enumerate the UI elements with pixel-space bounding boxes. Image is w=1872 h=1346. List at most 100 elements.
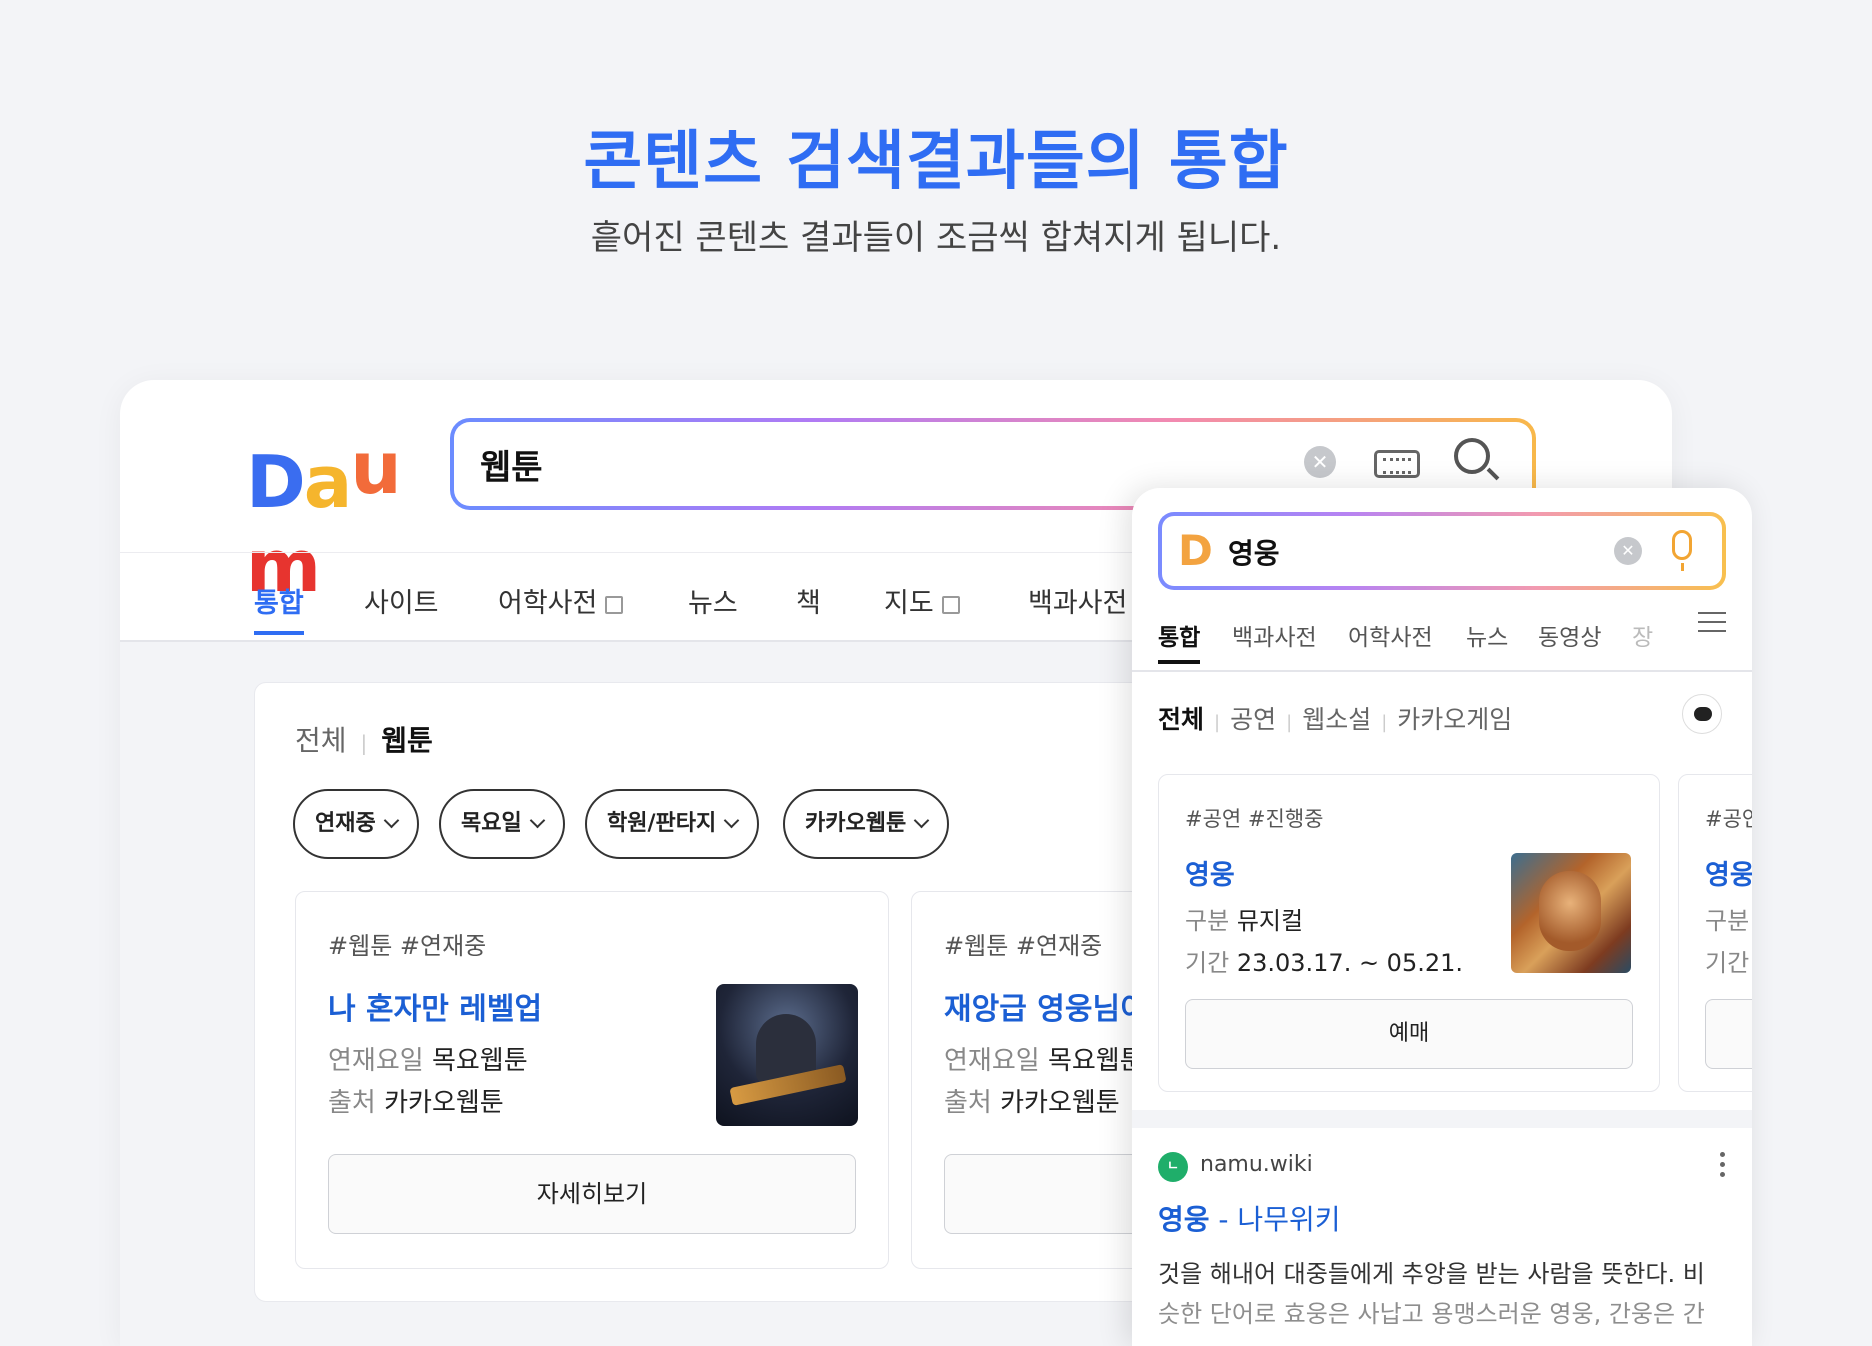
subtab-webtoon[interactable]: 웹툰 [381,724,433,757]
logo-letter-a: a [303,440,353,524]
mobile-search-page: D 영웅 ✕ 통합 백과사전 어학사전 뉴스 동영상 장 전체 | 공연 | 웹소설 | 카… [1132,488,1752,1346]
result-title-em: 영웅 [1158,1203,1210,1236]
row-value: 목요웹툰 [431,1046,528,1076]
card-tags: #공연 #진행중 [1185,807,1324,831]
tab-label: 지도 [884,588,934,619]
card-title[interactable]: 재앙급 영웅님이 [944,984,1148,1028]
tab-label: 어학사전 [498,588,598,619]
daum-logo[interactable]: Daum [246,426,426,608]
tab-integrated[interactable]: 통합 [1158,618,1201,664]
performance-card[interactable]: #공연 #진행중 영웅 구분 뮤지컬 기간 23.03.17. ~ 05.21.… [1158,774,1660,1092]
tab-news[interactable]: 뉴스 [1466,618,1508,652]
divider: | [1286,712,1293,733]
tab-label: 통합 [254,588,304,619]
chip-serializing[interactable]: 연재중 [293,789,419,859]
card-tags: #웹툰 #연재중 [328,932,487,960]
webtoon-card[interactable]: #웹툰 #연재중 나 혼자만 레벨업 연재요일 목요웹툰 출처 카카오웹툰 자세… [295,891,889,1269]
new-window-icon [605,596,624,614]
namuwiki-icon: ㄴ [1158,1152,1188,1182]
reserve-button[interactable]: 예매 [1185,999,1633,1069]
result-snippet: 슷한 단어로 효웅은 사납고 용맹스러운 영웅, 간웅은 간 [1158,1300,1705,1328]
content-subtabs: 전체 | 웹툰 [295,719,433,759]
card-title[interactable]: 영웅 [1705,853,1752,892]
tab-more[interactable]: 장 [1632,618,1653,652]
chip-thursday[interactable]: 목요일 [439,789,565,859]
subtab-all[interactable]: 전체 [1158,705,1204,734]
clear-icon[interactable]: ✕ [1304,446,1336,478]
webtoon-thumbnail[interactable] [716,984,858,1126]
subtab-webnovel[interactable]: 웹소설 [1302,705,1371,734]
row-label: 구분 [1705,907,1750,935]
card-title[interactable]: 영웅 [1185,853,1235,892]
row-label: 연재요일 [944,1046,1040,1076]
tab-encyclopedia[interactable]: 백과사전 [1028,581,1127,620]
row-label: 기간 [1185,949,1230,977]
logo-letter-d: D [246,440,306,524]
card-tags: #공연 [1705,807,1752,831]
tab-site[interactable]: 사이트 [364,581,439,620]
tab-news[interactable]: 뉴스 [688,581,738,620]
chevron-down-icon [723,812,740,829]
details-button[interactable]: 자세히보기 [328,1154,856,1234]
divider: | [1214,712,1221,733]
subtab-performance[interactable]: 공연 [1230,705,1276,734]
tab-encyclopedia[interactable]: 백과사전 [1232,618,1317,652]
chip-label: 목요일 [461,811,522,836]
row-value: 카카오웹툰 [384,1088,504,1118]
chevron-down-icon [913,812,930,829]
more-options-icon[interactable] [1720,1150,1726,1180]
chip-genre[interactable]: 학원/판타지 [585,789,760,859]
clear-icon[interactable]: ✕ [1614,537,1642,565]
hero-subtitle: 흩어진 콘텐츠 결과들이 조금씩 합쳐지게 됩니다. [590,218,1282,258]
chip-label: 카카오웹툰 [805,811,907,836]
result-snippet: 것을 해내어 대중들에게 추앙을 받는 사람을 뜻한다. 비 [1158,1260,1705,1288]
chip-platform[interactable]: 카카오웹툰 [783,789,950,859]
tab-label: 백과사전 [1028,588,1128,619]
card-tags: #웹툰 #연재중 [944,932,1103,960]
filter-settings-icon[interactable] [1698,608,1726,636]
divider: | [360,731,368,755]
mobile-tabs: 통합 백과사전 어학사전 뉴스 동영상 장 [1132,604,1752,672]
microphone-icon[interactable] [1672,530,1692,571]
tab-label: 사이트 [364,588,439,619]
chat-icon[interactable] [1682,694,1722,734]
card-row: 출처 카카오웹툰 [328,1082,504,1119]
tab-integrated[interactable]: 통합 [254,581,304,635]
tab-dictionary[interactable]: 어학사전 [498,581,624,620]
card-row: 구분 뮤지컬 [1185,901,1303,936]
tab-book[interactable]: 책 [796,581,821,620]
keyboard-icon[interactable] [1374,450,1420,478]
subtab-all[interactable]: 전체 [295,724,347,757]
performance-card[interactable]: #공연 영웅 구분 기간 [1678,774,1752,1092]
row-label: 구분 [1185,907,1230,935]
chip-label: 학원/판타지 [607,811,717,836]
tab-dictionary[interactable]: 어학사전 [1348,618,1433,652]
result-title[interactable]: 영웅 - 나무위키 [1158,1198,1340,1238]
site-name[interactable]: namu.wiki [1200,1152,1313,1177]
search-icon[interactable] [1454,438,1490,474]
card-row: 연재요일 목요웹툰 [328,1040,528,1077]
new-window-icon [941,596,960,614]
row-label: 출처 [944,1088,992,1118]
daum-d-logo[interactable]: D [1178,528,1218,574]
card-title[interactable]: 나 혼자만 레벨업 [328,984,542,1028]
row-label: 연재요일 [328,1046,424,1076]
chevron-down-icon [383,812,400,829]
row-label: 기간 [1705,949,1750,977]
mobile-search-input[interactable]: 영웅 [1228,532,1280,572]
mobile-results: 전체 | 공연 | 웹소설 | 카카오게임 #공연 #진행중 영웅 구분 뮤지컬 기간 23… [1132,674,1752,1346]
row-value: 목요웹툰 [1047,1046,1144,1076]
subtab-kakaogame[interactable]: 카카오게임 [1397,705,1512,734]
search-input[interactable]: 웹툰 [480,440,543,489]
divider: | [1381,712,1388,733]
result-title-rest: - 나무위키 [1209,1203,1341,1236]
musical-poster[interactable] [1511,853,1631,973]
reserve-button[interactable] [1705,999,1752,1069]
card-row: 구분 [1705,901,1749,936]
card-row: 기간 23.03.17. ~ 05.21. [1185,943,1463,978]
tab-map[interactable]: 지도 [884,581,960,620]
chevron-down-icon [529,812,546,829]
card-row: 연재요일 목요웹툰 [944,1040,1144,1077]
tab-video[interactable]: 동영상 [1538,618,1601,652]
tab-label: 뉴스 [688,588,738,619]
